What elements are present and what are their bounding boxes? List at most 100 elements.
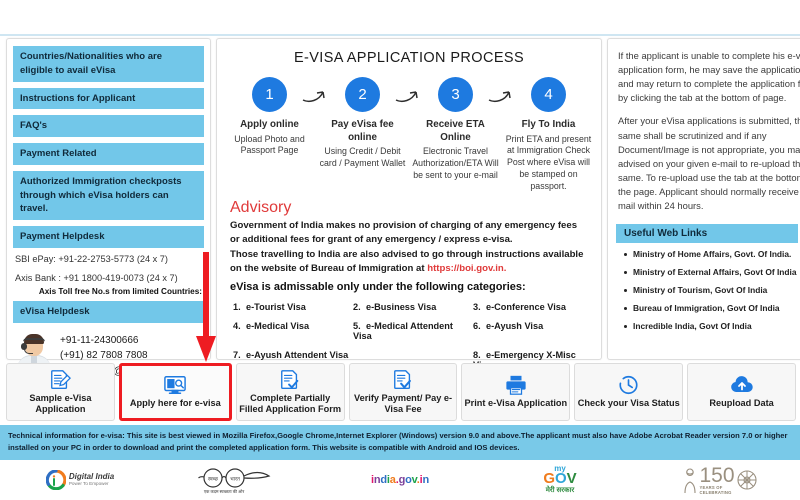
category-number: 2. xyxy=(353,302,361,313)
mygov-hindi-label: मेरी सरकार xyxy=(545,487,575,495)
category-label: e-Medical Attendent Visa xyxy=(353,321,453,342)
digital-india-logo[interactable]: Digital India Power To Empower xyxy=(0,470,160,490)
step-number-badge: 4 xyxy=(531,77,566,112)
category-label: e-Ayush Attendent Visa xyxy=(246,350,349,361)
process-steps: 1 Apply online Upload Photo and Passport… xyxy=(217,77,601,193)
category-number: 1. xyxy=(233,302,241,313)
web-link-mha[interactable]: Ministry of Home Affairs, Govt. Of India… xyxy=(624,249,798,260)
sidebar-item-payment-helpdesk[interactable]: Payment Helpdesk xyxy=(13,226,204,248)
web-link-tourism[interactable]: Ministry of Tourism, Govt Of India xyxy=(624,285,798,296)
printer-icon xyxy=(504,374,528,396)
category-label: e-Business Visa xyxy=(366,302,437,313)
sidebar-item-instructions[interactable]: Instructions for Applicant xyxy=(13,87,204,110)
step-title: Apply online xyxy=(240,119,299,130)
step-number-badge: 2 xyxy=(345,77,380,112)
step-number-badge: 1 xyxy=(252,77,287,112)
evisa-page: Countries/Nationalities who are eligible… xyxy=(0,0,800,500)
action-label: Reupload Data xyxy=(709,398,774,409)
document-pencil-icon xyxy=(49,369,72,391)
gandhi-silhouette-icon xyxy=(684,468,697,494)
sidebar-item-eligible-countries[interactable]: Countries/Nationalities who are eligible… xyxy=(13,46,204,82)
top-strip xyxy=(0,0,800,35)
category-number: 5. xyxy=(353,321,361,332)
footer-logo-strip: Digital India Power To Empower स्वच्छ भा… xyxy=(0,460,800,500)
sbi-epay-contact: SBI ePay: +91-22-2753-5773 (24 x 7) xyxy=(15,253,168,264)
swachh-bharat-logo[interactable]: स्वच्छ भारत एक कदम स्वच्छता की ओर xyxy=(160,465,320,495)
anniversary-150-logo[interactable]: 150 YEARS OF CELEBRATING xyxy=(640,465,800,495)
anniversary-caption-2: CELEBRATING xyxy=(699,489,732,495)
visa-category-item: 5. e-Medical Attendent Visa xyxy=(353,321,473,341)
digital-india-tagline: Power To Empower xyxy=(68,480,109,486)
advisory-para-1: Government of India makes no provision o… xyxy=(230,219,578,246)
sidebar-links: Countries/Nationalities who are eligible… xyxy=(7,39,210,248)
spectacles-icon: स्वच्छ भारत एक कदम स्वच्छता की ओर xyxy=(198,468,271,494)
left-sidebar-panel: Countries/Nationalities who are eligible… xyxy=(6,38,211,377)
visa-category-item: 3. e-Conference Visa xyxy=(473,302,593,312)
process-step-4: 4 Fly To India Print ETA and present at … xyxy=(505,77,593,193)
india-gov-label: india.gov.in xyxy=(371,474,429,486)
web-link-incredible-india[interactable]: Incredible India, Govt Of India xyxy=(624,321,798,332)
document-check-icon xyxy=(279,369,301,391)
step-title: Receive ETA Online xyxy=(426,119,485,143)
india-gov-logo[interactable]: india.gov.in xyxy=(320,474,480,486)
cloud-upload-icon xyxy=(729,374,755,396)
print-evisa-application-button[interactable]: Print e-Visa Application xyxy=(461,363,571,421)
web-link-mea[interactable]: Ministry of External Affairs, Govt Of In… xyxy=(624,267,798,278)
technical-info-lead: Technical information for e-visa: xyxy=(8,431,125,440)
boi-link[interactable]: https://boi.gov.in. xyxy=(427,263,506,274)
digital-india-mark-icon xyxy=(45,470,66,490)
visa-category-item: 4. e-Medical Visa xyxy=(233,321,353,341)
document-check-down-icon xyxy=(392,369,414,391)
step-number-badge: 3 xyxy=(438,77,473,112)
monitor-form-icon xyxy=(163,374,187,396)
verify-payment-button[interactable]: Verify Payment/ Pay e-Visa Fee xyxy=(348,363,458,421)
right-panel-text: If the applicant is unable to complete h… xyxy=(608,39,800,213)
swachh-tagline: एक कदम स्वच्छता की ओर xyxy=(204,489,245,494)
complete-partially-filled-form-button[interactable]: Complete Partially Filled Application Fo… xyxy=(235,363,345,421)
sidebar-item-immigration-checkposts[interactable]: Authorized Immigration checkposts throug… xyxy=(13,170,204,221)
reupload-data-button[interactable]: Reupload Data xyxy=(687,363,797,421)
visa-category-item: 6. e-Ayush Visa xyxy=(473,321,593,341)
action-button-bar: Sample e-Visa Application Apply here for… xyxy=(6,363,797,421)
process-step-2: 2 Pay eVisa fee online Using Credit / De… xyxy=(319,77,418,193)
sidebar-item-payment-related[interactable]: Payment Related xyxy=(13,143,204,165)
advisory-heading: Advisory xyxy=(230,198,292,216)
category-number: 7. xyxy=(233,350,241,361)
process-step-1: 1 Apply online Upload Photo and Passport… xyxy=(226,77,325,193)
red-pointer-arrow-annotation xyxy=(196,252,216,362)
axis-bank-contact: Axis Bank : +91 1800-419-0073 (24 x 7) xyxy=(15,272,178,283)
category-label: e-Tourist Visa xyxy=(246,302,306,313)
helpdesk-phone-2: (+91) 82 7808 7808 xyxy=(60,350,148,362)
axis-tollfree-note: Axis Toll free No.s from limited Countri… xyxy=(38,286,202,296)
category-label: e-Medical Visa xyxy=(246,321,310,332)
category-number: 3. xyxy=(473,302,481,313)
category-number: 4. xyxy=(233,321,241,332)
admissible-categories-line: eVisa is admissable only under the follo… xyxy=(230,281,526,294)
step-title: Fly To India xyxy=(521,119,576,130)
helpdesk-phone-1: +91-11-24300666 xyxy=(60,334,139,346)
useful-web-links-list: Ministry of Home Affairs, Govt. Of India… xyxy=(608,249,800,332)
mygov-logo[interactable]: my GOV मेरी सरकार xyxy=(480,464,640,495)
action-label: Complete Partially Filled Application Fo… xyxy=(239,392,342,415)
right-info-panel: If the applicant is unable to complete h… xyxy=(607,38,800,360)
sample-evisa-application-button[interactable]: Sample e-Visa Application xyxy=(6,363,115,421)
advisory-para-2-text: Those travelling to India are also advis… xyxy=(230,248,584,275)
category-number: 6. xyxy=(473,321,481,332)
action-label: Print e-Visa Application xyxy=(464,398,568,409)
action-label: Sample e-Visa Application xyxy=(29,392,92,415)
visa-category-item: 1. e-Tourist Visa xyxy=(233,302,353,312)
step-desc: Electronic Travel Authorization/ETA Will… xyxy=(412,146,499,180)
process-title: E-VISA APPLICATION PROCESS xyxy=(293,50,525,66)
scrutiny-note: After your eVisa applications is submitt… xyxy=(618,115,800,212)
check-visa-status-button[interactable]: Check your Visa Status xyxy=(574,363,684,421)
step-title: Pay eVisa fee online xyxy=(331,119,394,143)
sidebar-item-faq[interactable]: FAQ's xyxy=(13,115,204,138)
apply-here-for-evisa-button[interactable]: Apply here for e-visa xyxy=(118,363,232,421)
category-label: e-Conference Visa xyxy=(486,302,567,313)
web-link-boi[interactable]: Bureau of Immigration, Govt Of India xyxy=(624,303,798,314)
action-label: Verify Payment/ Pay e-Visa Fee xyxy=(353,392,453,415)
technical-info-body: This site is best viewed in Mozilla Fire… xyxy=(8,431,788,453)
process-step-3: 3 Receive ETA Online Electronic Travel A… xyxy=(412,77,511,193)
anniversary-number: 150 xyxy=(699,463,735,487)
action-label: Check your Visa Status xyxy=(577,398,680,409)
